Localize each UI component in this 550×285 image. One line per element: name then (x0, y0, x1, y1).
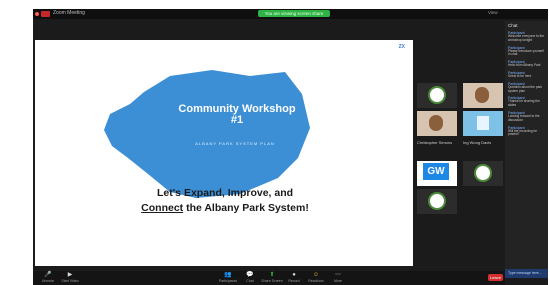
start-video-button[interactable]: ▶ Start Video (57, 272, 83, 283)
participant-name: Ing Wong Davis (463, 140, 492, 145)
chat-message: Participant Great to be here (505, 70, 548, 81)
chat-text: Will the recording be posted? (508, 128, 538, 137)
headline-connect-word: Connect (141, 202, 184, 214)
participant-tile[interactable] (417, 111, 457, 136)
window-title: Zoom Meeting (53, 10, 85, 16)
chat-message: Participant Hello from Albany Park (505, 59, 548, 70)
start-video-label: Start Video (61, 279, 79, 283)
headline-line-1: Let's Expand, Improve, and (156, 187, 294, 199)
neighborhood-map-shape (104, 70, 310, 198)
more-button[interactable]: ⋯ More (325, 272, 351, 283)
meeting-toolbar: 🎤 Unmute ▶ Start Video 👥 Participants 💬 … (33, 271, 505, 285)
chat-message: Participant Thanks for sharing the slides (505, 95, 548, 110)
leave-button[interactable]: Leave (488, 274, 503, 281)
leave-label: Leave (490, 275, 501, 280)
view-options-button[interactable]: View (488, 10, 498, 15)
chat-text: Thanks for sharing the slides (508, 99, 540, 108)
chat-text: Welcome everyone to the workshop tonight (508, 34, 545, 42)
participant-name: Christopher Simons (417, 140, 453, 145)
slide-corner-logo: ZX (398, 44, 405, 50)
chat-message: Participant Question about the park syste… (505, 81, 548, 96)
title-bar: Zoom Meeting You are viewing screen shar… (33, 9, 548, 19)
chat-text: Looking forward to the discussion (508, 113, 540, 122)
workshop-subtitle: ALBANY PARK SYSTEM PLAN (195, 141, 275, 146)
zoom-window: Zoom Meeting You are viewing screen shar… (33, 9, 548, 285)
chat-input[interactable]: Type message here... (505, 269, 548, 278)
headline-line-2: the Albany Park System! (183, 202, 309, 214)
more-label: More (334, 279, 342, 283)
participant-video (475, 87, 489, 103)
shared-slide: ZX Community Workshop #1 ALBANY PARK SYS… (35, 40, 413, 266)
chat-message: Participant Looking forward to the discus… (505, 110, 548, 125)
video-camera-icon: ▶ (67, 272, 73, 278)
slide-headline: Let's Expand, Improve, and Connect the A… (55, 186, 395, 216)
participant-tile[interactable] (463, 83, 503, 108)
chat-message: Participant Will the recording be posted? (505, 125, 548, 140)
screen-share-banner[interactable]: You are viewing screen share (258, 10, 330, 17)
participant-tile[interactable] (463, 161, 503, 186)
participant-tile[interactable] (463, 111, 503, 136)
participant-tile[interactable]: GW (417, 161, 457, 186)
chat-text: Please introduce yourself in chat (508, 48, 544, 57)
chat-text: Great to be here (508, 73, 532, 78)
gw-logo: GW (423, 163, 449, 180)
chat-message: Participant Please introduce yourself in … (505, 45, 548, 60)
org-logo-icon (428, 86, 446, 104)
participant-tile[interactable] (417, 83, 457, 108)
chat-text: Hello from Albany Park (508, 63, 541, 68)
chat-text: Question about the park system plan (508, 84, 543, 93)
participant-tile[interactable] (417, 189, 457, 214)
chat-input-placeholder: Type message here... (508, 271, 542, 275)
more-icon: ⋯ (335, 272, 341, 278)
workshop-title: Community Workshop #1 (178, 103, 296, 126)
recording-icon (41, 11, 50, 17)
org-logo-icon (428, 192, 446, 210)
close-window-icon[interactable] (35, 12, 39, 16)
share-banner-label: You are viewing screen share (264, 11, 324, 16)
chat-panel[interactable]: Chat Participant Welcome everyone to the … (505, 21, 548, 269)
chat-header: Chat (508, 23, 518, 28)
chat-message: Participant Welcome everyone to the works… (505, 30, 548, 45)
participant-video (429, 115, 443, 131)
participant-video (477, 116, 489, 130)
org-logo-icon (474, 164, 492, 182)
